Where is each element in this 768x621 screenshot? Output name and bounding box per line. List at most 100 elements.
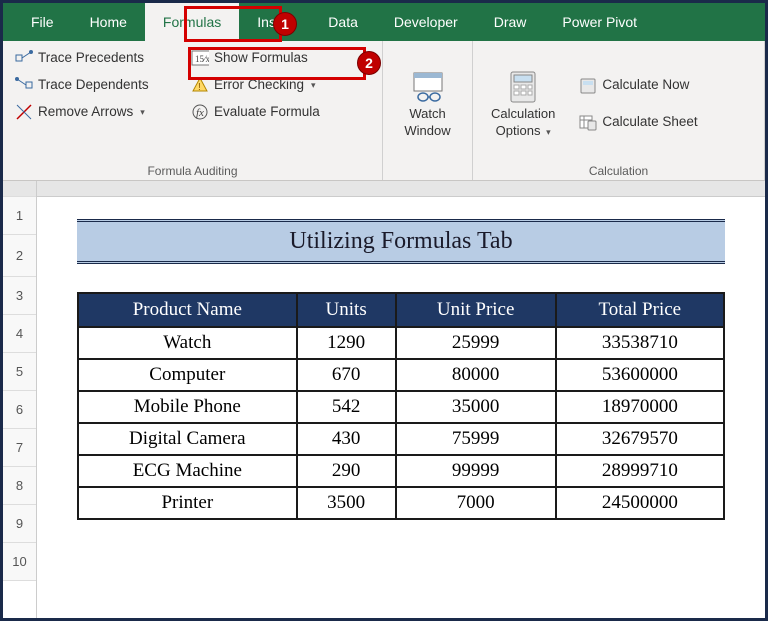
row-header[interactable]: 6 [3,391,36,429]
calculate-sheet-icon [579,113,597,131]
remove-arrows-icon [15,103,33,121]
group-label-auditing: Formula Auditing [11,161,374,180]
cell[interactable]: 33538710 [556,327,724,359]
chevron-down-icon: ▾ [140,106,145,119]
worksheet-area: 1 2 3 4 5 6 7 8 9 10 Utilizing Formulas … [3,181,765,618]
cell[interactable]: 32679570 [556,423,724,455]
calc-options-label-1: Calculation [491,106,555,121]
tab-draw[interactable]: Draw [476,3,545,41]
row-header[interactable]: 8 [3,467,36,505]
error-checking-button[interactable]: ! Error Checking ▾ [187,74,367,97]
group-calculation: Calculation Options ▾ Calculate Now Calc… [473,41,765,180]
tab-power-pivot[interactable]: Power Pivot [544,3,655,41]
evaluate-formula-label: Evaluate Formula [214,103,320,122]
cell[interactable]: 1290 [297,327,396,359]
show-formulas-button[interactable]: 15⁄x Show Formulas [187,47,367,70]
cell[interactable]: 80000 [396,359,556,391]
cell[interactable]: 24500000 [556,487,724,519]
col-header-unit-price[interactable]: Unit Price [396,293,556,327]
callout-badge-1: 1 [273,12,297,36]
cell[interactable]: 18970000 [556,391,724,423]
menu-tab-bar: File Home Formulas Insert Data Developer… [3,3,765,41]
grid-area[interactable]: Utilizing Formulas Tab Product Name Unit… [37,181,765,618]
table-row: Computer 670 80000 53600000 [78,359,724,391]
watch-window-icon [411,70,445,104]
row-header[interactable]: 3 [3,277,36,315]
row-header[interactable]: 5 [3,353,36,391]
cell[interactable]: 75999 [396,423,556,455]
remove-arrows-button[interactable]: Remove Arrows ▾ [11,101,181,124]
trace-precedents-icon [15,49,33,67]
group-formula-auditing: Trace Precedents Trace Dependents Remove… [3,41,383,180]
cell[interactable]: 53600000 [556,359,724,391]
cell[interactable]: Computer [78,359,297,391]
evaluate-formula-icon: fx [191,103,209,121]
watch-window-label-2: Window [404,123,450,138]
row-header[interactable]: 2 [3,235,36,277]
calculate-now-label: Calculate Now [602,76,689,95]
svg-text:!: ! [198,82,201,93]
cell[interactable]: ECG Machine [78,455,297,487]
calculate-now-button[interactable]: Calculate Now [575,74,701,97]
column-headers-strip[interactable] [37,181,765,197]
chevron-down-icon: ▾ [311,79,316,92]
evaluate-formula-button[interactable]: fx Evaluate Formula [187,101,367,124]
tab-file[interactable]: File [13,3,72,41]
table-row: ECG Machine 290 99999 28999710 [78,455,724,487]
error-checking-icon: ! [191,76,209,94]
svg-text:15⁄x: 15⁄x [195,54,209,64]
select-all-corner[interactable] [3,181,36,197]
cell[interactable]: 542 [297,391,396,423]
calculator-icon [506,70,540,104]
sheet-title: Utilizing Formulas Tab [77,219,725,264]
tab-data[interactable]: Data [310,3,376,41]
watch-window-button[interactable]: Watch Window [394,47,460,161]
show-formulas-icon: 15⁄x [191,49,209,67]
watch-window-label-1: Watch [409,106,445,121]
remove-arrows-label: Remove Arrows [38,103,133,122]
cell[interactable]: Watch [78,327,297,359]
cell[interactable]: 3500 [297,487,396,519]
cell[interactable]: 430 [297,423,396,455]
tab-formulas[interactable]: Formulas [145,3,239,41]
row-header[interactable]: 7 [3,429,36,467]
tab-home[interactable]: Home [72,3,145,41]
calculate-sheet-label: Calculate Sheet [602,113,697,132]
cell[interactable]: Printer [78,487,297,519]
group-label-calculation: Calculation [481,161,756,180]
col-header-product[interactable]: Product Name [78,293,297,327]
cell[interactable]: Mobile Phone [78,391,297,423]
cell[interactable]: 25999 [396,327,556,359]
cell[interactable]: 7000 [396,487,556,519]
chevron-down-icon: ▾ [546,127,551,137]
cell[interactable]: 670 [297,359,396,391]
cell[interactable]: Digital Camera [78,423,297,455]
table-header-row: Product Name Units Unit Price Total Pric… [78,293,724,327]
calc-options-label-2: Options [496,123,541,138]
row-header[interactable]: 1 [3,197,36,235]
calculation-options-button[interactable]: Calculation Options ▾ [481,47,565,161]
row-header[interactable]: 9 [3,505,36,543]
col-header-units[interactable]: Units [297,293,396,327]
cell[interactable]: 35000 [396,391,556,423]
table-row: Mobile Phone 542 35000 18970000 [78,391,724,423]
tab-developer[interactable]: Developer [376,3,476,41]
callout-badge-2: 2 [357,51,381,75]
trace-dependents-label: Trace Dependents [38,76,149,95]
cell[interactable]: 290 [297,455,396,487]
show-formulas-label: Show Formulas [214,49,308,68]
trace-precedents-button[interactable]: Trace Precedents [11,47,181,70]
cell[interactable]: 99999 [396,455,556,487]
calculate-sheet-button[interactable]: Calculate Sheet [575,111,701,134]
cell[interactable]: 28999710 [556,455,724,487]
trace-dependents-icon [15,76,33,94]
group-label-watch [391,161,464,180]
col-header-total-price[interactable]: Total Price [556,293,724,327]
trace-dependents-button[interactable]: Trace Dependents [11,74,181,97]
row-header[interactable]: 10 [3,543,36,581]
error-checking-label: Error Checking [214,76,304,95]
row-header[interactable]: 4 [3,315,36,353]
table-row: Digital Camera 430 75999 32679570 [78,423,724,455]
ribbon: Trace Precedents Trace Dependents Remove… [3,41,765,181]
table-row: Printer 3500 7000 24500000 [78,487,724,519]
